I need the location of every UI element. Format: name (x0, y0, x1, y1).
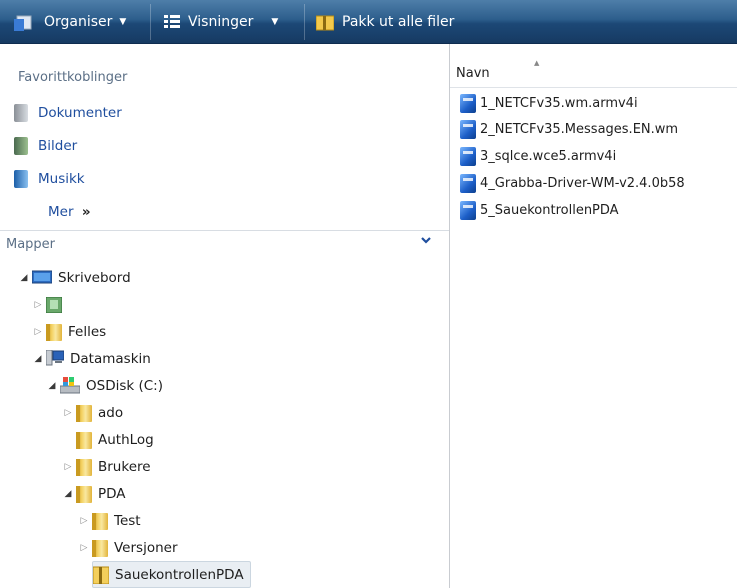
chevron-down-icon: ▼ (119, 17, 127, 27)
music-icon (14, 170, 28, 188)
collapsed-triangle-icon[interactable]: ▷ (62, 408, 74, 418)
collapsed-triangle-icon[interactable]: ▷ (32, 327, 44, 337)
tree-item-felles[interactable]: ▷ Felles (32, 318, 106, 345)
folders-title: Mapper (6, 237, 56, 252)
chevron-down-icon[interactable] (420, 234, 432, 246)
organize-icon (14, 15, 32, 31)
command-bar: Organiser ▼ Visninger ▼ Pakk ut alle fil… (0, 0, 737, 44)
tree-item-label: PDA (98, 485, 126, 502)
double-chevron-icon: » (81, 204, 91, 220)
file-item[interactable]: 1_NETCFv35.wm.armv4i (460, 94, 638, 113)
tree-item-osdisk[interactable]: ◢ OSDisk (C:) (46, 372, 163, 399)
favorite-documents[interactable]: Dokumenter (14, 104, 122, 122)
cab-file-icon (460, 174, 476, 193)
folder-icon (76, 430, 92, 449)
tree-item-label: SauekontrollenPDA (115, 566, 244, 583)
sort-ascending-icon: ▲ (534, 59, 540, 67)
tree-item-sauekontrollen[interactable]: SauekontrollenPDA (92, 561, 251, 588)
tree-item-label: Datamaskin (70, 350, 151, 367)
favorite-label: Musikk (38, 171, 85, 187)
user-folder-icon (46, 296, 62, 313)
file-item[interactable]: 2_NETCFv35.Messages.EN.wm (460, 120, 678, 139)
more-link[interactable]: Mer » (48, 204, 91, 220)
file-name: 4_Grabba-Driver-WM-v2.4.0b58 (480, 176, 685, 191)
chevron-down-icon: ▼ (271, 17, 279, 27)
cab-file-icon (460, 201, 476, 220)
desktop-icon (32, 270, 52, 283)
tree-item-computer[interactable]: ◢ Datamaskin (32, 345, 151, 372)
file-item[interactable]: 3_sqlce.wce5.armv4i (460, 147, 616, 166)
tree-item-label: AuthLog (98, 431, 154, 448)
pictures-icon (14, 137, 28, 155)
collapsed-triangle-icon[interactable]: ▷ (78, 516, 90, 526)
tree-item-user[interactable]: ▷ (32, 291, 68, 318)
cab-file-icon (460, 94, 476, 113)
collapsed-triangle-icon[interactable]: ▷ (78, 543, 90, 553)
views-menu[interactable]: Visninger ▼ (164, 0, 278, 44)
views-label: Visninger (188, 14, 254, 30)
organize-label: Organiser (44, 14, 113, 30)
tree-item-pda[interactable]: ◢ PDA (62, 480, 126, 507)
expanded-triangle-icon[interactable]: ◢ (18, 273, 30, 283)
folder-icon (76, 484, 92, 503)
folder-icon (76, 403, 92, 422)
favorite-label: Bilder (38, 138, 78, 154)
tree-item-brukere[interactable]: ▷ Brukere (62, 453, 151, 480)
favorite-pictures[interactable]: Bilder (14, 137, 77, 155)
toolbar-separator (150, 4, 151, 40)
folder-icon (92, 511, 108, 530)
navigation-pane: Favorittkoblinger Dokumenter Bilder Musi… (0, 44, 449, 588)
tree-item-label: Felles (68, 323, 107, 340)
favorites-title: Favorittkoblinger (18, 70, 128, 85)
tree-item-desktop[interactable]: ◢ Skrivebord (18, 264, 131, 291)
tree-item-label: OSDisk (C:) (86, 377, 163, 394)
expanded-triangle-icon[interactable]: ◢ (32, 354, 44, 364)
file-item[interactable]: 4_Grabba-Driver-WM-v2.4.0b58 (460, 174, 685, 193)
tree-item-label: Skrivebord (58, 269, 131, 286)
toolbar-separator (304, 4, 305, 40)
file-name: 2_NETCFv35.Messages.EN.wm (480, 122, 679, 137)
folder-icon (92, 538, 108, 557)
folder-icon (76, 457, 92, 476)
cab-file-icon (460, 147, 476, 166)
tree-item-label: ado (98, 404, 124, 421)
column-header-label: Navn (456, 66, 490, 81)
favorite-label: Dokumenter (38, 105, 122, 121)
collapsed-triangle-icon[interactable]: ▷ (32, 300, 44, 310)
collapsed-triangle-icon[interactable]: ▷ (62, 462, 74, 472)
extract-all-button[interactable]: Pakk ut alle filer (316, 0, 454, 44)
cab-file-icon (460, 120, 476, 139)
favorite-music[interactable]: Musikk (14, 170, 85, 188)
zip-folder-icon (316, 15, 334, 31)
drive-icon (60, 376, 80, 393)
extract-all-label: Pakk ut alle filer (342, 14, 455, 30)
tree-item-authlog[interactable]: AuthLog (62, 426, 154, 453)
computer-icon (46, 350, 64, 366)
folders-header[interactable]: Mapper (0, 230, 449, 256)
more-label: Mer (48, 204, 74, 220)
views-icon (164, 15, 180, 28)
zip-folder-icon (93, 566, 109, 584)
folder-icon (46, 322, 62, 341)
organize-menu[interactable]: Organiser ▼ (14, 0, 126, 44)
expanded-triangle-icon[interactable]: ◢ (46, 381, 58, 391)
expanded-triangle-icon[interactable]: ◢ (62, 489, 74, 499)
tree-item-label: Versjoner (114, 539, 178, 556)
file-item[interactable]: 5_SauekontrollenPDA (460, 201, 619, 220)
tree-item-test[interactable]: ▷ Test (78, 507, 141, 534)
file-name: 5_SauekontrollenPDA (480, 203, 619, 218)
tree-item-label: Test (114, 512, 141, 529)
tree-item-label: Brukere (98, 458, 151, 475)
column-header-name[interactable]: Navn ▲ (450, 58, 737, 88)
documents-icon (14, 104, 28, 122)
file-name: 1_NETCFv35.wm.armv4i (480, 96, 638, 111)
file-list-pane: Navn ▲ 1_NETCFv35.wm.armv4i 2_NETCFv35.M… (450, 44, 737, 588)
file-name: 3_sqlce.wce5.armv4i (480, 149, 617, 164)
tree-item-ado[interactable]: ▷ ado (62, 399, 123, 426)
tree-item-versjoner[interactable]: ▷ Versjoner (78, 534, 178, 561)
